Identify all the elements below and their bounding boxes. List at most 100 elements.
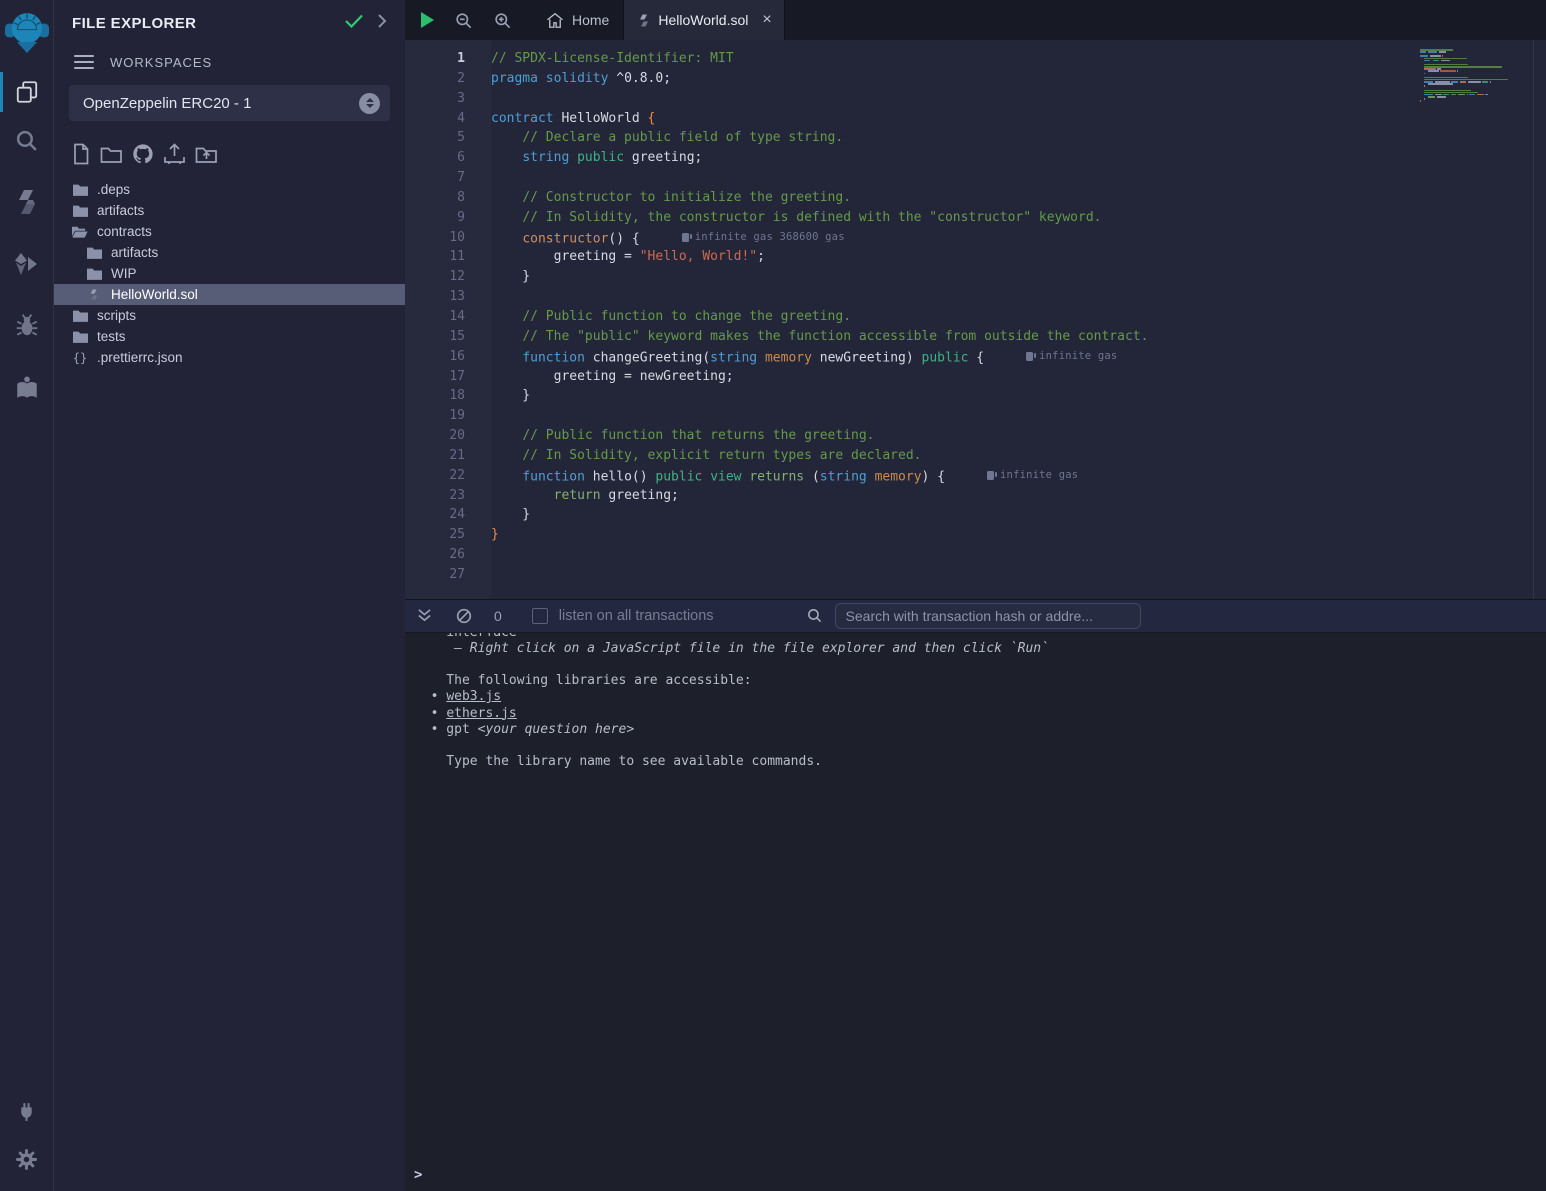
line-number: 13	[405, 287, 491, 307]
file-explorer-icon[interactable]	[0, 68, 54, 116]
code-line: constructor() {infinite gas 368600 gas	[491, 228, 1412, 248]
debugger-icon[interactable]	[0, 302, 54, 350]
zoom-out-icon[interactable]	[454, 11, 473, 30]
tree-item--prettierrc-json[interactable]: {}.prettierrc.json	[54, 347, 405, 368]
minimap[interactable]	[1412, 40, 1546, 599]
home-icon	[546, 12, 564, 29]
tree-item-helloworld-sol[interactable]: HelloWorld.sol	[54, 284, 405, 305]
editor-main: Home HelloWorld.sol × 123456789101112131…	[405, 0, 1546, 1191]
editor-tabbar: Home HelloWorld.sol ×	[405, 0, 1546, 40]
line-number: 2	[405, 69, 491, 89]
code-line: return greeting;	[491, 486, 1412, 506]
activity-bar	[0, 0, 54, 1191]
line-number: 11	[405, 247, 491, 267]
deploy-and-run-icon[interactable]	[0, 240, 54, 288]
code-line	[491, 168, 1412, 188]
upload-folder-icon[interactable]	[195, 144, 218, 164]
terminal-output[interactable]: interface – Right click on a JavaScript …	[405, 633, 1546, 1191]
new-file-icon[interactable]	[71, 143, 91, 165]
line-number: 17	[405, 367, 491, 387]
line-number: 26	[405, 545, 491, 565]
transaction-search-input[interactable]	[835, 603, 1141, 629]
panel-title: FILE EXPLORER	[72, 15, 331, 32]
line-number: 4	[405, 109, 491, 129]
terminal-link[interactable]: ethers.js	[446, 706, 516, 721]
code-line: function changeGreeting(string memory ne…	[491, 347, 1412, 367]
code-line	[491, 406, 1412, 426]
line-number: 1	[405, 49, 491, 69]
line-number: 24	[405, 505, 491, 525]
folder-icon	[86, 246, 102, 259]
remix-ide-window: FILE EXPLORER WORKSPACES OpenZeppelin ER…	[0, 0, 1546, 1191]
listen-transactions-checkbox[interactable]	[532, 608, 548, 624]
clone-from-github-icon[interactable]	[132, 143, 154, 165]
solidity-compiler-icon[interactable]	[0, 178, 54, 226]
workspace-caret-icon	[359, 93, 380, 114]
code-line: // In Solidity, the constructor is defin…	[491, 208, 1412, 228]
tree-item-artifacts[interactable]: artifacts	[54, 200, 405, 221]
code-line: greeting = newGreeting;	[491, 367, 1412, 387]
line-number: 19	[405, 406, 491, 426]
tree-item-wip[interactable]: WIP	[54, 263, 405, 284]
tree-item-label: .prettierrc.json	[97, 350, 183, 365]
tab-close-icon[interactable]: ×	[762, 12, 771, 28]
tree-item-label: artifacts	[97, 203, 144, 218]
tree-item--deps[interactable]: .deps	[54, 179, 405, 200]
folder-icon	[72, 330, 88, 343]
code-line: // In Solidity, explicit return types ar…	[491, 446, 1412, 466]
code-line: // Constructor to initialize the greetin…	[491, 188, 1412, 208]
terminal-link[interactable]: web3.js	[446, 689, 501, 704]
zoom-in-icon[interactable]	[493, 11, 512, 30]
run-script-button[interactable]	[421, 12, 434, 28]
line-number: 20	[405, 426, 491, 446]
terminal-prompt[interactable]: >	[414, 1167, 422, 1183]
terminal-line	[415, 657, 1546, 673]
code-area[interactable]: // SPDX-License-Identifier: MITpragma so…	[491, 40, 1412, 599]
upload-file-icon[interactable]	[163, 143, 186, 165]
terminal-collapse-icon[interactable]	[417, 608, 432, 623]
new-folder-icon[interactable]	[100, 144, 123, 164]
expand-chevron-icon[interactable]	[377, 14, 387, 33]
line-number: 10	[405, 228, 491, 248]
line-number: 22	[405, 466, 491, 486]
tree-item-artifacts[interactable]: artifacts	[54, 242, 405, 263]
workspace-select[interactable]: OpenZeppelin ERC20 - 1	[69, 85, 390, 121]
terminal-line: Type the library name to see available c…	[415, 754, 1546, 770]
code-editor[interactable]: 1234567891011121314151617181920212223242…	[405, 40, 1546, 599]
code-line: greeting = "Hello, World!";	[491, 247, 1412, 267]
terminal-line: interface	[415, 633, 1546, 641]
line-number: 25	[405, 525, 491, 545]
code-line: // Public function that returns the gree…	[491, 426, 1412, 446]
tab-home[interactable]: Home	[532, 0, 623, 40]
remix-logo-icon[interactable]	[5, 8, 49, 54]
file-tree: .depsartifactscontractsartifactsWIPHello…	[54, 179, 405, 368]
tree-item-scripts[interactable]: scripts	[54, 305, 405, 326]
line-number: 9	[405, 208, 491, 228]
transaction-count-badge: 0	[494, 608, 502, 624]
tree-item-contracts[interactable]: contracts	[54, 221, 405, 242]
code-line	[491, 287, 1412, 307]
settings-gear-icon[interactable]	[0, 1135, 54, 1183]
tree-item-tests[interactable]: tests	[54, 326, 405, 347]
code-line	[491, 545, 1412, 565]
terminal-line	[415, 738, 1546, 754]
line-number: 15	[405, 327, 491, 347]
file-explorer-panel: FILE EXPLORER WORKSPACES OpenZeppelin ER…	[54, 0, 405, 1191]
plugin-manager-icon[interactable]	[0, 1087, 54, 1135]
learneth-icon[interactable]	[0, 364, 54, 412]
accept-check-icon[interactable]	[345, 14, 363, 33]
folder-open-icon	[72, 225, 88, 238]
tree-item-label: WIP	[111, 266, 137, 281]
line-number: 14	[405, 307, 491, 327]
terminal-clear-icon[interactable]	[456, 608, 472, 624]
code-line: function hello() public view returns (st…	[491, 466, 1412, 486]
tree-item-label: scripts	[97, 308, 136, 323]
line-number: 16	[405, 347, 491, 367]
workspaces-label: WORKSPACES	[110, 55, 212, 70]
folder-icon	[86, 267, 102, 280]
code-line: // The "public" keyword makes the functi…	[491, 327, 1412, 347]
search-icon[interactable]	[0, 116, 54, 164]
tab-helloworld-sol[interactable]: HelloWorld.sol ×	[623, 0, 784, 40]
workspaces-menu-icon[interactable]	[74, 51, 94, 73]
line-number: 6	[405, 148, 491, 168]
